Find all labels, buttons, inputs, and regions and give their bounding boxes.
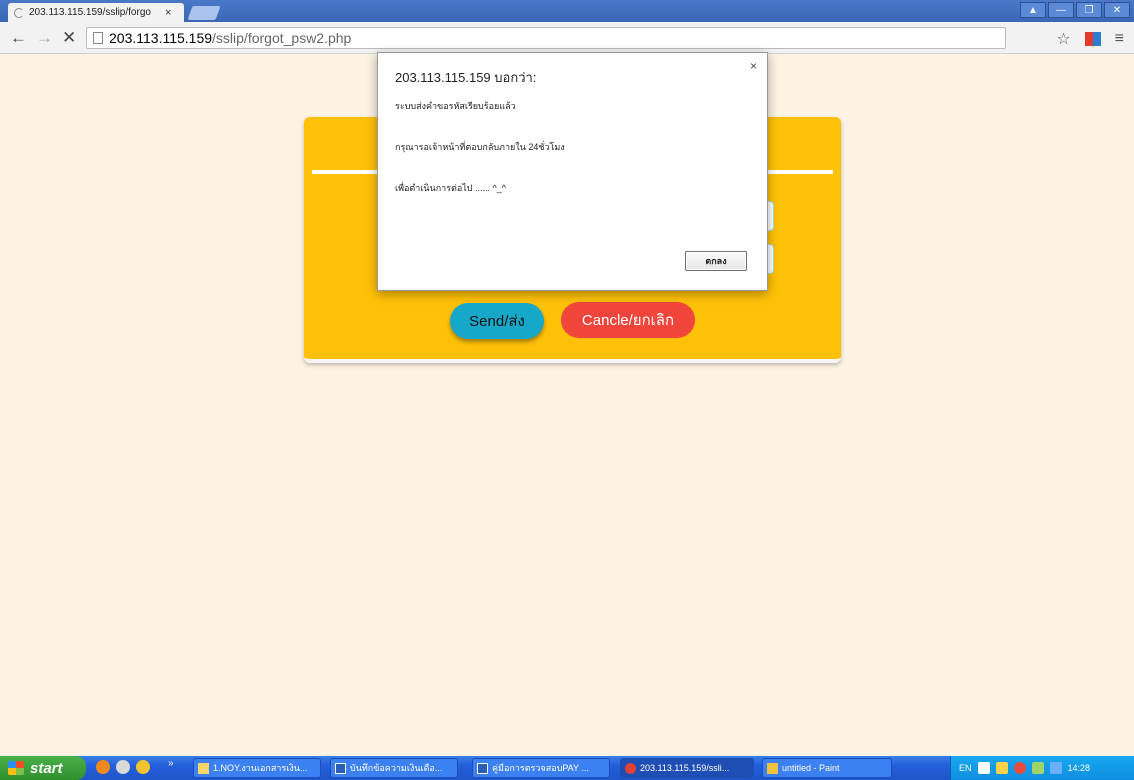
address-bar[interactable]: 203.113.115.159/sslip/forgot_psw2.php [86, 27, 1006, 49]
taskbar-item[interactable]: คู่มือการตรวจสอบPAY ... [472, 758, 610, 778]
extension-icon[interactable] [1084, 32, 1101, 46]
taskbar-item-label: untitled - Paint [782, 763, 840, 773]
cancel-button[interactable]: Cancle/ยกเลิก [561, 302, 695, 338]
taskbar-item[interactable]: 1.NOY.งานเอกสารเงิน... [193, 758, 321, 778]
taskbar-item[interactable]: untitled - Paint [762, 758, 892, 778]
windows-logo-icon [8, 761, 24, 775]
folder-icon [198, 762, 209, 774]
taskbar-item[interactable]: บันทึกข้อความเงินเดือ... [330, 758, 458, 778]
paint-icon [767, 762, 778, 774]
new-tab-button[interactable] [187, 6, 221, 20]
ok-button[interactable]: ตกลง [685, 251, 747, 271]
menu-icon[interactable]: ≡ [1115, 30, 1124, 48]
close-window-button[interactable]: ✕ [1104, 2, 1130, 18]
tray-icon[interactable] [995, 762, 1008, 774]
clock: 14:28 [1067, 763, 1091, 773]
volume-icon[interactable] [1049, 762, 1062, 774]
send-button[interactable]: Send/ส่ง [450, 303, 544, 339]
dialog-close-icon[interactable]: × [750, 59, 757, 73]
minimize-button[interactable]: — [1048, 2, 1074, 18]
taskbar: start » 1.NOY.งานเอกสารเงิน... บันทึกข้อ… [0, 756, 1134, 780]
help-icon[interactable] [977, 762, 990, 774]
word-doc-icon [477, 762, 488, 774]
user-icon[interactable]: ▲ [1020, 2, 1046, 18]
stop-loading-icon[interactable]: ✕ [62, 28, 76, 48]
loading-icon [14, 7, 24, 18]
browser-title-bar: 203.113.115.159/sslip/forgo × ▲ — ❐ ✕ [0, 0, 1134, 22]
chrome-icon [625, 762, 636, 774]
start-button[interactable]: start [0, 756, 86, 780]
browser-toolbar: ← → ✕ 203.113.115.159/sslip/forgot_psw2.… [0, 22, 1134, 54]
dialog-message-line: กรุณารอเจ้าหน้าที่ตอบกลับภายใน 24ชั่วโมง [395, 142, 565, 152]
language-indicator[interactable]: EN [959, 763, 972, 773]
taskbar-item-active[interactable]: 203.113.115.159/ssli... [620, 758, 754, 778]
dialog-message-line: เพื่อดำเนินการต่อไป ...... ^_^ [395, 183, 506, 193]
url-host: 203.113.115.159 [109, 30, 213, 46]
tab-title: 203.113.115.159/sslip/forgo [29, 7, 151, 18]
chrome-icon[interactable] [136, 760, 150, 774]
system-tray: EN 14:28 [950, 756, 1134, 780]
back-arrow-icon[interactable]: ← [10, 28, 27, 48]
taskbar-item-label: คู่มือการตรวจสอบPAY ... [492, 763, 589, 773]
dialog-title: 203.113.115.159 บอกว่า: [395, 70, 537, 85]
restore-button[interactable]: ❐ [1076, 2, 1102, 18]
window-controls: ▲ — ❐ ✕ [1020, 2, 1130, 18]
dialog-message-line: ระบบส่งคำขอรหัสเรียบร้อยแล้ว [395, 101, 516, 111]
bookmark-star-icon[interactable]: ☆ [1056, 29, 1070, 49]
chrome-tray-icon[interactable] [1013, 762, 1026, 774]
taskbar-item-label: บันทึกข้อความเงินเดือ... [350, 763, 443, 773]
start-label: start [30, 759, 63, 777]
word-doc-icon [335, 762, 346, 774]
taskbar-item-label: 203.113.115.159/ssli... [640, 763, 730, 773]
quick-launch [96, 760, 150, 774]
quick-launch-chevron-icon[interactable]: » [168, 758, 174, 769]
browser-tab[interactable]: 203.113.115.159/sslip/forgo × [8, 3, 184, 22]
forward-arrow-icon[interactable]: → [36, 28, 53, 48]
tab-close-icon[interactable]: × [165, 7, 171, 19]
url-path: /sslip/forgot_psw2.php [212, 30, 352, 46]
alert-dialog: 203.113.115.159 บอกว่า: × ระบบส่งคำขอรหั… [377, 52, 768, 291]
firefox-icon[interactable] [96, 760, 110, 774]
taskbar-item-label: 1.NOY.งานเอกสารเงิน... [213, 763, 308, 773]
browser-icon[interactable] [116, 760, 130, 774]
network-icon[interactable] [1031, 762, 1044, 774]
page-icon [93, 32, 103, 44]
